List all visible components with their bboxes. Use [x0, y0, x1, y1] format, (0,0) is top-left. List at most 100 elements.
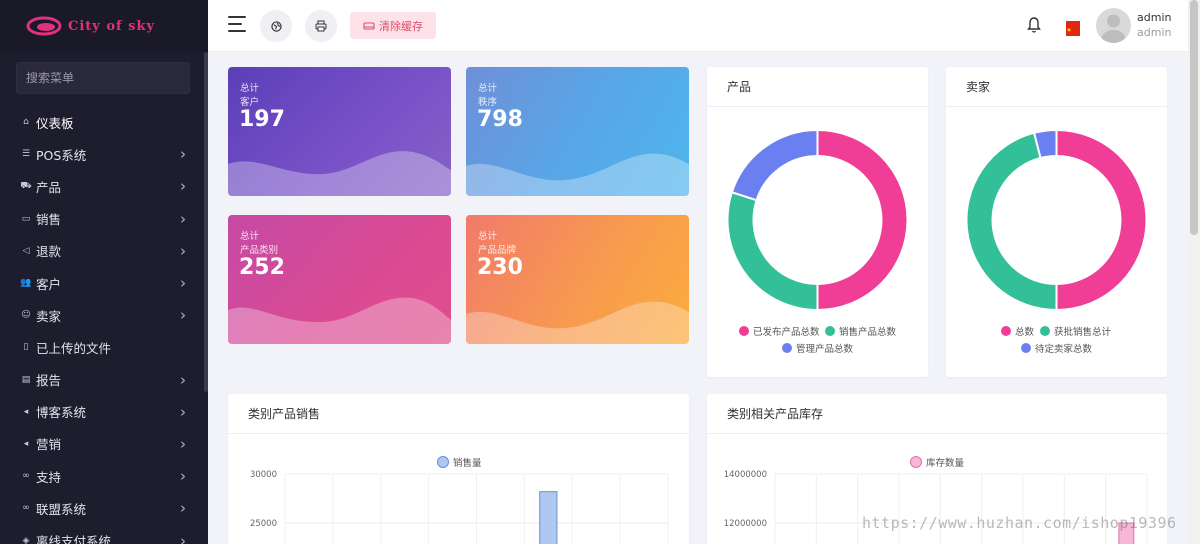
printer-icon — [315, 20, 327, 32]
chevron-right-icon: › — [180, 499, 186, 518]
home-icon: ⌂ — [23, 117, 29, 128]
sidebar-item-label: 仪表板 — [36, 115, 74, 131]
legend-item[interactable]: 已发布产品总数 — [739, 324, 820, 338]
sidebar-item[interactable]: ⛟ 产品 › — [0, 170, 208, 202]
legend-dot — [1040, 326, 1050, 336]
sidebar-item[interactable]: ◂ 博客系统 › — [0, 396, 208, 428]
wave-decoration — [466, 153, 689, 196]
sidebar-item-label: 博客系统 — [36, 405, 87, 421]
page-scrollbar-thumb[interactable] — [1190, 0, 1198, 235]
megaphone-icon: ◂ — [23, 406, 29, 417]
y-tick-label: 12000000 — [724, 519, 767, 529]
sidebar-item[interactable]: ☺ 卖家 › — [0, 299, 208, 331]
category-stock-bar-chart: 14000000 12000000 — [724, 470, 1148, 544]
legend-item[interactable]: 待定卖家总数 — [1021, 341, 1092, 355]
chevron-right-icon: › — [180, 241, 186, 260]
stat-value: 197 — [239, 107, 285, 132]
stat-label-top: 总计 — [240, 231, 260, 242]
products-donut-chart — [726, 128, 909, 312]
clear-cache-button[interactable]: 清除缓存 — [350, 12, 436, 39]
sidebar-item-label: POS系统 — [36, 147, 87, 163]
legend-item[interactable]: 管理产品总数 — [782, 341, 853, 355]
donut-slice[interactable] — [1055, 128, 1148, 312]
sidebar-search — [0, 52, 208, 106]
chevron-right-icon: › — [180, 467, 186, 486]
y-tick-label: 25000 — [250, 519, 277, 529]
bar[interactable] — [539, 491, 558, 544]
sidebar-item-label: 已上传的文件 — [36, 340, 112, 356]
sidebar-item[interactable]: ⌂ 仪表板 — [0, 106, 208, 138]
legend-label: 待定卖家总数 — [1035, 344, 1093, 355]
chevron-right-icon: › — [180, 177, 186, 196]
report-icon: ▤ — [21, 374, 31, 385]
sidebar-item[interactable]: ◁ 退款 › — [0, 235, 208, 267]
donut-slice[interactable] — [726, 190, 819, 312]
chevron-right-icon: › — [180, 274, 186, 293]
sidebar-item[interactable]: ◈ 离线支付系统 › — [0, 524, 208, 544]
sidebar-scrollbar[interactable] — [204, 52, 208, 392]
refund-icon: ◁ — [22, 245, 30, 256]
stat-card-customers: 总计 客户 197 — [228, 67, 451, 196]
legend-label: 已发布产品总数 — [753, 327, 820, 338]
panel-title: 卖家 — [946, 67, 1167, 107]
stat-value: 230 — [477, 255, 523, 280]
sidebar-item[interactable]: ▯ 已上传的文件 — [0, 331, 208, 363]
search-menu-input[interactable] — [16, 62, 190, 94]
sidebar-item[interactable]: 👥 客户 › — [0, 267, 208, 299]
user-avatar[interactable] — [1096, 8, 1131, 43]
menu-toggle-icon[interactable] — [228, 16, 248, 36]
sidebar-item-label: 退款 — [36, 244, 62, 260]
stat-label-sub: 产品类别 — [240, 245, 279, 256]
legend-item[interactable]: 总数 — [1001, 324, 1034, 338]
donut-slice[interactable] — [730, 128, 819, 202]
file-icon: ▯ — [23, 342, 29, 353]
sidebar-item[interactable]: ∞ 联盟系统 › — [0, 492, 208, 524]
stat-label-sub: 客户 — [240, 97, 260, 108]
donut-slice[interactable] — [965, 131, 1058, 312]
chevron-right-icon: › — [180, 402, 186, 421]
legend-item[interactable]: 销售产品总数 — [825, 324, 896, 338]
sidebar-item[interactable]: ▭ 销售 › — [0, 203, 208, 235]
sidebar-item[interactable]: ▤ 报告 › — [0, 364, 208, 396]
sellers-donut-chart — [965, 128, 1148, 312]
sidebar-item[interactable]: ☰ POS系统 › — [0, 138, 208, 170]
legend-dot — [1001, 326, 1011, 336]
chevron-right-icon: › — [180, 209, 186, 228]
stat-label-sub: 秩序 — [478, 97, 498, 108]
legend-dot — [825, 326, 835, 336]
wave-decoration — [228, 297, 451, 344]
user-icon: ☺ — [21, 310, 31, 321]
language-flag-icon[interactable] — [1066, 21, 1080, 36]
list-icon: ☰ — [21, 149, 31, 160]
globe-button[interactable] — [260, 10, 292, 42]
user-role: admin — [1137, 26, 1172, 39]
legend-item[interactable]: 获批销售总计 — [1040, 324, 1111, 338]
chevron-right-icon: › — [180, 434, 186, 453]
wave-decoration — [228, 151, 451, 196]
stat-label-top: 总计 — [478, 83, 498, 94]
category-sales-bar-chart: 30000 25000 — [250, 470, 669, 544]
legend-label: 管理产品总数 — [796, 344, 854, 355]
sidebar-item-label: 报告 — [36, 373, 62, 389]
chevron-right-icon: › — [180, 370, 186, 389]
page-scrollbar[interactable] — [1188, 0, 1200, 544]
brand[interactable]: City of sky — [0, 0, 208, 52]
legend-label: 总数 — [1015, 327, 1035, 338]
bell-icon[interactable] — [1026, 16, 1042, 34]
sidebar-menu: ⌂ 仪表板 ☰ POS系统 › ⛟ 产品 › ▭ 销售 › ◁ 退款 › 👥 客户 › ☺ 卖家 › ▯ 已上传的文件 ▤ 报… — [0, 106, 208, 544]
sidebar-item-label: 支持 — [36, 469, 62, 485]
panel-title: 类别产品销售 — [228, 394, 689, 434]
link-icon: ∞ — [22, 471, 30, 482]
pay-icon: ◈ — [22, 535, 30, 544]
link-icon: ∞ — [22, 503, 30, 514]
legend-dot — [739, 326, 749, 336]
donut-slice[interactable] — [816, 128, 909, 312]
print-button[interactable] — [305, 10, 337, 42]
sidebar-item-label: 营销 — [36, 437, 62, 453]
sidebar-item[interactable]: ◂ 营销 › — [0, 428, 208, 460]
drive-icon — [363, 21, 375, 30]
sidebar-item[interactable]: ∞ 支持 › — [0, 460, 208, 492]
sidebar-item-label: 客户 — [36, 276, 62, 292]
user-name[interactable]: admin — [1137, 11, 1171, 24]
stat-label-sub: 产品品牌 — [478, 245, 517, 256]
